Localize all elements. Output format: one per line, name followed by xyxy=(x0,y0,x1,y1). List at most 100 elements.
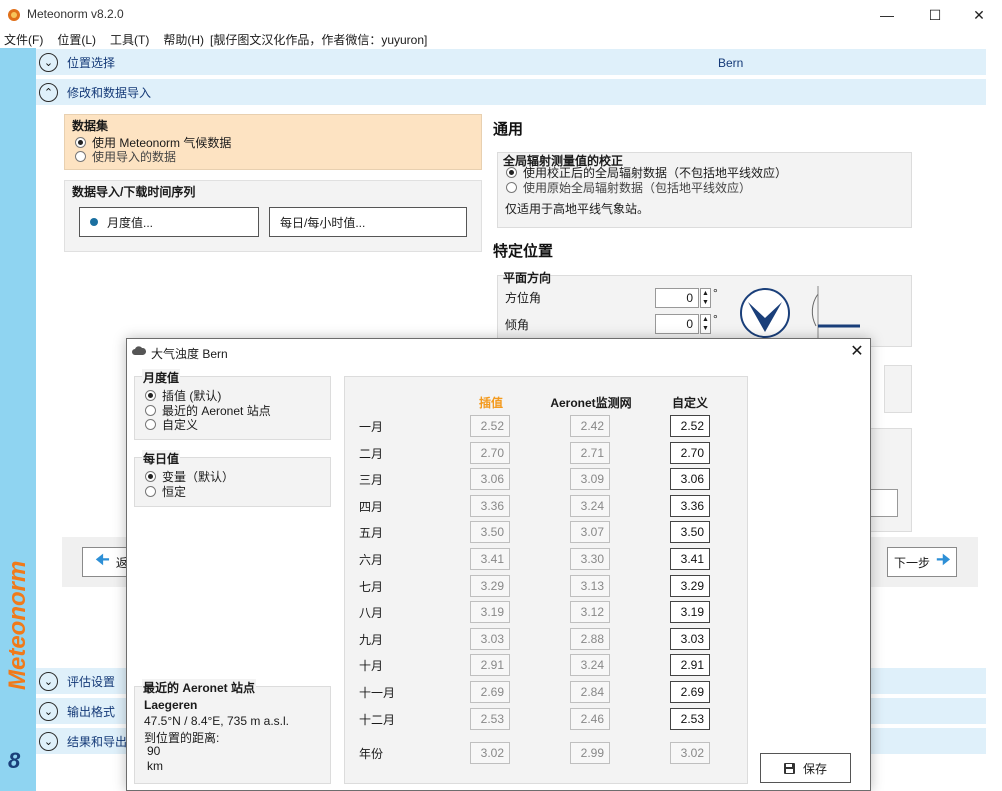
tilt-spinner[interactable]: ▲ ▼ xyxy=(700,314,711,334)
radio-unselected-icon xyxy=(506,181,517,193)
brand-logo: Meteonorm xyxy=(4,560,31,690)
interp-cell: 3.03 xyxy=(470,627,510,650)
monthly-values-button[interactable]: 月度值... xyxy=(79,207,259,237)
interp-cell: 3.06 xyxy=(470,468,510,491)
tilt-diagram-icon xyxy=(811,286,860,338)
month-label: 九月 xyxy=(359,632,384,647)
azimuth-label: 方位角 xyxy=(505,291,542,305)
daily-radio-variable[interactable]: 变量（默认） xyxy=(145,469,234,484)
month-label: 十一月 xyxy=(359,686,396,700)
correction-radio-corrected[interactable]: 使用校正后的全局辐射数据（不包括地平线效应） xyxy=(506,165,787,180)
nearest-title: 最近的 Aeronet 站点 xyxy=(142,679,257,696)
custom-cell[interactable]: 3.36 xyxy=(670,494,710,517)
tilt-input[interactable]: 0 xyxy=(655,314,699,334)
month-label: 八月 xyxy=(359,606,384,621)
section-modify[interactable]: ⌃ 修改和数据导入 xyxy=(36,79,986,105)
dialog-title: 大气浊度 Bern xyxy=(151,347,228,361)
chevron-down-icon[interactable]: ⌄ xyxy=(39,52,58,72)
chevron-down-icon[interactable]: ⌄ xyxy=(39,671,58,691)
aeronet-cell: 3.24 xyxy=(570,494,610,517)
cloud-icon xyxy=(132,346,146,355)
section-location[interactable]: ⌄ 位置选择 xyxy=(36,49,986,75)
azimuth-spinner[interactable]: ▲ ▼ xyxy=(700,288,711,308)
interp-cell: 2.69 xyxy=(470,681,510,703)
station-name: Laegeren xyxy=(144,698,198,712)
save-button[interactable]: 保存 xyxy=(760,753,851,783)
aeronet-cell: 3.13 xyxy=(570,574,610,597)
azimuth-input[interactable]: 0 xyxy=(655,288,699,308)
specific-heading: 特定位置 xyxy=(493,243,554,260)
nearest-station-box: 最近的 Aeronet 站点 Laegeren 47.5°N / 8.4°E, … xyxy=(134,679,331,784)
month-label: 七月 xyxy=(359,579,384,594)
dialog-close-button[interactable]: ✕ xyxy=(847,341,867,361)
section-output-label: 输出格式 xyxy=(67,704,116,719)
close-window-button[interactable]: ✕ xyxy=(956,0,1002,30)
year-custom-cell: 3.02 xyxy=(670,742,710,764)
correction-radio-raw[interactable]: 使用原始全局辐射数据（包括地平线效应） xyxy=(506,180,751,195)
next-button[interactable]: 下一步 🠊 xyxy=(887,547,957,577)
plane-box: 平面方向 方位角 0 ▲ ▼ ° 倾角 0 ▲ ▼ ° xyxy=(497,271,912,347)
custom-cell[interactable]: 3.06 xyxy=(670,468,710,491)
menu-tools[interactable]: 工具(T) xyxy=(106,31,159,48)
interp-cell: 3.19 xyxy=(470,601,510,624)
month-label: 十月 xyxy=(359,659,384,674)
title-bar xyxy=(0,0,1002,30)
custom-cell[interactable]: 2.70 xyxy=(670,441,710,464)
section-location-label: 位置选择 xyxy=(67,55,116,70)
radio-unselected-icon xyxy=(145,485,156,497)
monthly-radio-interp[interactable]: 插值 (默认) xyxy=(145,388,221,403)
arrow-left-icon: 🠈 xyxy=(95,551,110,569)
interp-cell: 2.70 xyxy=(470,441,510,464)
save-button-label: 保存 xyxy=(802,761,827,776)
correction-box: 全局辐射测量值的校正 使用校正后的全局辐射数据（不包括地平线效应） 使用原始全局… xyxy=(497,152,912,228)
custom-cell[interactable]: 3.50 xyxy=(670,521,710,544)
month-label: 四月 xyxy=(359,499,384,514)
menu-file[interactable]: 文件(F) xyxy=(0,31,53,48)
daily-hourly-button[interactable]: 每日/每小时值... xyxy=(269,207,467,237)
tilt-label: 倾角 xyxy=(505,318,530,332)
chevron-down-icon[interactable]: ⌄ xyxy=(39,731,58,751)
monthly-title: 月度值 xyxy=(142,369,181,386)
aeronet-cell: 2.46 xyxy=(570,707,610,730)
custom-cell[interactable]: 3.41 xyxy=(670,548,710,570)
arrow-right-icon: 🠊 xyxy=(936,551,951,569)
custom-cell[interactable]: 2.69 xyxy=(670,681,710,703)
minimize-button[interactable]: — xyxy=(864,0,910,30)
interp-cell: 2.91 xyxy=(470,654,510,677)
chevron-up-icon[interactable]: ⌃ xyxy=(39,82,58,102)
custom-cell[interactable]: 2.53 xyxy=(670,707,710,730)
monthly-radio-custom[interactable]: 自定义 xyxy=(145,417,198,432)
section-modify-label: 修改和数据导入 xyxy=(67,85,152,100)
radio-label: 恒定 xyxy=(162,484,187,499)
text-field[interactable] xyxy=(871,489,898,517)
section-results-label: 结果和导出 xyxy=(67,734,128,749)
maximize-button[interactable]: ☐ xyxy=(912,0,958,30)
import-box: 数据导入/下载时间序列 月度值... 每日/每小时值... xyxy=(64,180,482,252)
custom-cell[interactable]: 2.52 xyxy=(670,415,710,437)
custom-cell[interactable]: 2.91 xyxy=(670,654,710,677)
radio-selected-icon xyxy=(145,470,156,482)
interp-cell: 3.36 xyxy=(470,494,510,517)
month-label: 三月 xyxy=(359,473,384,488)
correction-note: 仅适用于高地平线气象站。 xyxy=(505,202,650,216)
aeronet-cell: 3.24 xyxy=(570,654,610,677)
radio-label: 使用导入的数据 xyxy=(92,149,177,164)
col-header-aeronet: Aeronet监测网 xyxy=(550,396,632,410)
side-panel-edge xyxy=(870,428,912,532)
custom-cell[interactable]: 3.03 xyxy=(670,627,710,650)
location-value: Bern xyxy=(718,56,744,70)
chevron-down-icon[interactable]: ⌄ xyxy=(39,701,58,721)
daily-button-label: 每日/每小时值... xyxy=(280,215,366,230)
azimuth-compass-icon xyxy=(740,288,790,338)
custom-cell[interactable]: 3.29 xyxy=(670,574,710,597)
turbidity-dialog: 大气浊度 Bern ✕ 月度值 插值 (默认) 最近的 Aeronet 站点 自… xyxy=(126,338,871,791)
daily-radio-constant[interactable]: 恒定 xyxy=(145,484,187,499)
radio-unselected-icon xyxy=(145,418,156,430)
menu-location[interactable]: 位置(L) xyxy=(53,31,106,48)
month-label: 一月 xyxy=(359,420,384,434)
turbidity-grid: 插值 Aeronet监测网 自定义 一月 2.52 2.42 2.52 二月 2.70 2.… xyxy=(344,376,748,784)
dataset-radio-imported[interactable]: 使用导入的数据 xyxy=(75,149,177,164)
month-label: 二月 xyxy=(359,446,384,461)
custom-cell[interactable]: 3.19 xyxy=(670,601,710,624)
menu-help[interactable]: 帮助(H) xyxy=(159,31,206,48)
